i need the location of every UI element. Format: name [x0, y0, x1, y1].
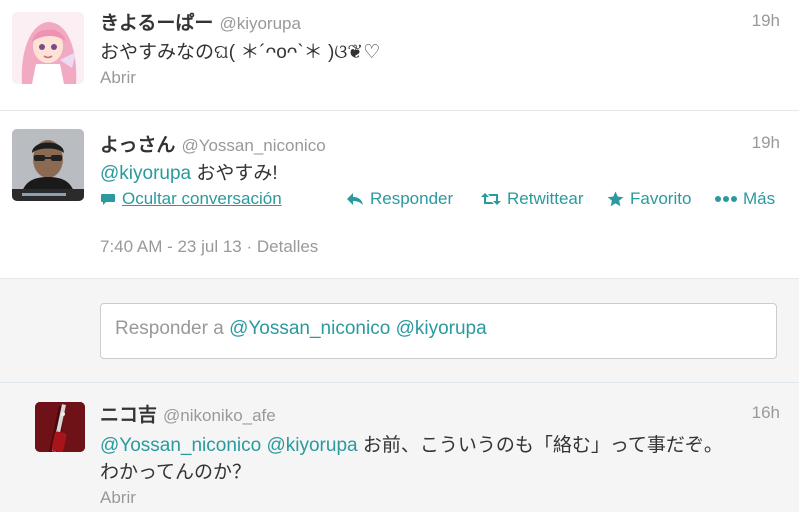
- reply-mention: @kiyorupa: [395, 318, 487, 339]
- tweet-header: ニコ吉 @nikoniko_afe: [100, 400, 276, 427]
- tweet-text: @kiyorupa おやすみ!: [100, 158, 278, 185]
- tweet-time[interactable]: 19h: [752, 133, 780, 153]
- tweet-timestamp[interactable]: 7:40 AM - 23 jul 13: [100, 237, 242, 256]
- tweet-text-body: おやすみ!: [191, 163, 278, 184]
- more-dots-icon: [715, 195, 737, 203]
- expand-link[interactable]: Abrir: [100, 68, 136, 88]
- reply-arrow-icon: [346, 191, 364, 207]
- details-link[interactable]: Detalles: [257, 237, 318, 256]
- reply-mention: @Yossan_niconico: [229, 318, 391, 339]
- tweet-text-line-2: わかってんのか？: [100, 462, 252, 483]
- speech-bubble-icon: [100, 191, 116, 207]
- more-label: Más: [743, 189, 776, 208]
- tweet-time[interactable]: 19h: [752, 11, 780, 31]
- retweet-icon: [481, 191, 501, 207]
- tweet-actions: Ocultar conversación Responder Retwittea…: [100, 189, 790, 213]
- fullname[interactable]: ニコ吉: [100, 405, 157, 426]
- mention-link[interactable]: @kiyorupa: [100, 163, 191, 184]
- anime-girl-avatar[interactable]: [12, 12, 84, 84]
- person-photo-avatar[interactable]: [12, 129, 84, 201]
- tweet-text: おやすみなのଘ( ＊´ᴖoᴖ`＊ )ଓ❦♡: [100, 42, 381, 63]
- tweet-nikoniko[interactable]: ニコ吉 @nikoniko_afe 16h @Yossan_niconico @k…: [0, 383, 799, 512]
- username[interactable]: @kiyorupa: [219, 14, 301, 33]
- reply-input[interactable]: Responder a @Yossan_niconico @kiyorupa: [100, 303, 777, 359]
- mention-link[interactable]: @Yossan_niconico: [100, 435, 261, 456]
- favorite-label: Favorito: [630, 189, 692, 208]
- guitar-avatar[interactable]: [35, 402, 85, 452]
- tweet-header: よっさん @Yossan_niconico: [100, 130, 326, 157]
- tweet-text-body: お前、こういうのも「絡む」って事だぞ。: [357, 435, 723, 456]
- mention-link[interactable]: @kiyorupa: [266, 435, 357, 456]
- retweet-label: Retwittear: [507, 189, 584, 208]
- retweet-button[interactable]: Retwittear: [481, 189, 584, 209]
- star-icon: [607, 191, 624, 207]
- tweet-yossan[interactable]: よっさん @Yossan_niconico 19h @kiyorupa おやすみ!…: [0, 111, 799, 279]
- expand-link[interactable]: Abrir: [100, 488, 136, 508]
- username[interactable]: @nikoniko_afe: [163, 406, 276, 425]
- reply-area: Responder a @Yossan_niconico @kiyorupa: [0, 279, 799, 383]
- tweet-time[interactable]: 16h: [752, 403, 780, 423]
- tweet-header: きよるーぱー @kiyorupa: [100, 8, 301, 35]
- reply-button[interactable]: Responder: [346, 189, 453, 209]
- conversation-label[interactable]: Ocultar conversación: [122, 189, 282, 209]
- tweet-text-line-1: @Yossan_niconico @kiyorupa お前、こういうのも「絡む」…: [100, 430, 723, 457]
- meta-separator: ·: [246, 237, 257, 256]
- tweet-meta: 7:40 AM - 23 jul 13 · Detalles: [100, 237, 318, 257]
- username[interactable]: @Yossan_niconico: [181, 136, 325, 155]
- favorite-button[interactable]: Favorito: [607, 189, 691, 209]
- fullname[interactable]: きよるーぱー: [100, 13, 213, 34]
- tweet-kiyorupa[interactable]: きよるーぱー @kiyorupa 19h おやすみなのଘ( ＊´ᴖoᴖ`＊ )ଓ❦…: [0, 0, 799, 111]
- fullname[interactable]: よっさん: [100, 135, 175, 156]
- toggle-conversation-button[interactable]: Ocultar conversación: [100, 189, 282, 209]
- reply-label: Responder: [370, 189, 454, 208]
- reply-prefix: Responder a: [115, 318, 224, 339]
- more-button[interactable]: Más: [715, 189, 775, 209]
